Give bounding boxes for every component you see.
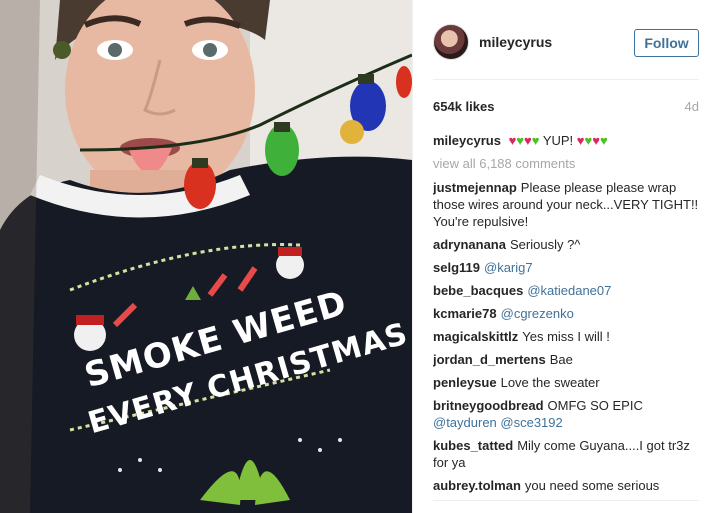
post-header: mileycyrus Follow	[413, 22, 719, 68]
red-heart-icon: ♥	[576, 133, 585, 148]
green-heart-icon: ♥	[516, 133, 524, 148]
comment-row: justmejennap Please please please wrap th…	[433, 179, 703, 230]
comments-list: mileycyrus ♥♥♥♥ YUP! ♥♥♥♥ view all 6,188…	[433, 132, 703, 498]
post-photo: SMOKE WEED EVERY CHRISTMAS	[0, 0, 412, 513]
comment-mention-link[interactable]: @cgrezenko	[501, 306, 574, 321]
comment-username[interactable]: bebe_bacques	[433, 283, 523, 298]
comment-text: OMFG SO EPIC	[547, 398, 643, 413]
avatar[interactable]	[433, 24, 469, 60]
comment-username[interactable]: jordan_d_mertens	[433, 352, 546, 367]
comment-row: penleysue Love the sweater	[433, 374, 703, 391]
red-heart-icon: ♥	[592, 133, 600, 148]
red-heart-icon: ♥	[524, 133, 532, 148]
comment-username[interactable]: selg119	[433, 260, 480, 275]
caption-username[interactable]: mileycyrus	[433, 133, 501, 148]
caption-hearts-after: ♥♥♥♥	[577, 133, 608, 148]
comment-row: kcmarie78 @cgrezenko	[433, 305, 703, 322]
comment-text: Yes miss I will !	[522, 329, 610, 344]
footer-divider	[433, 500, 699, 501]
caption: mileycyrus ♥♥♥♥ YUP! ♥♥♥♥	[433, 132, 703, 149]
comment-text: Love the sweater	[500, 375, 600, 390]
comment-username[interactable]: britneygoodbread	[433, 398, 544, 413]
comment-row: bebe_bacques @katiedane07	[433, 282, 703, 299]
post-sidebar: mileycyrus Follow 654k likes 4d mileycyr…	[412, 0, 719, 513]
comment-mention-link[interactable]: @karig7	[484, 260, 533, 275]
green-heart-icon: ♥	[599, 133, 608, 148]
comment-text: Bae	[549, 352, 573, 367]
view-all-comments-link[interactable]: view all 6,188 comments	[433, 155, 703, 172]
caption-hearts-before: ♥♥♥♥	[509, 133, 540, 148]
comment-text: you need some serious	[524, 478, 660, 493]
post-age[interactable]: 4d	[685, 99, 699, 114]
green-heart-icon: ♥	[531, 133, 540, 148]
comment-username[interactable]: penleysue	[433, 375, 497, 390]
comment-username[interactable]: adrynanana	[433, 237, 506, 252]
comment-row: magicalskittlz Yes miss I will !	[433, 328, 703, 345]
comment-username[interactable]: magicalskittlz	[433, 329, 518, 344]
comment-mention-link[interactable]: @katiedane07	[527, 283, 611, 298]
comment-username[interactable]: aubrey.tolman	[433, 478, 521, 493]
header-divider	[433, 79, 699, 80]
comment-row: aubrey.tolman you need some serious	[433, 477, 703, 494]
comment-row: kubes_tatted Mily come Guyana....I got tr…	[433, 437, 703, 471]
likes-count[interactable]: 654k likes	[433, 99, 494, 114]
header-username[interactable]: mileycyrus	[479, 34, 552, 50]
comment-username[interactable]: justmejennap	[433, 180, 517, 195]
comment-username[interactable]: kubes_tatted	[433, 438, 513, 453]
comment-row: jordan_d_mertens Bae	[433, 351, 703, 368]
follow-button[interactable]: Follow	[634, 29, 699, 57]
comment-row: selg119 @karig7	[433, 259, 703, 276]
comment-row: adrynanana Seriously ?^	[433, 236, 703, 253]
comment-items: justmejennap Please please please wrap th…	[433, 179, 703, 494]
comment-row: britneygoodbread OMFG SO EPIC @tayduren @…	[433, 397, 703, 431]
comment-mention-link[interactable]: @tayduren @sce3192	[433, 415, 563, 430]
comment-text: Seriously ?^	[509, 237, 581, 252]
comment-username[interactable]: kcmarie78	[433, 306, 497, 321]
caption-text: YUP!	[542, 133, 574, 148]
